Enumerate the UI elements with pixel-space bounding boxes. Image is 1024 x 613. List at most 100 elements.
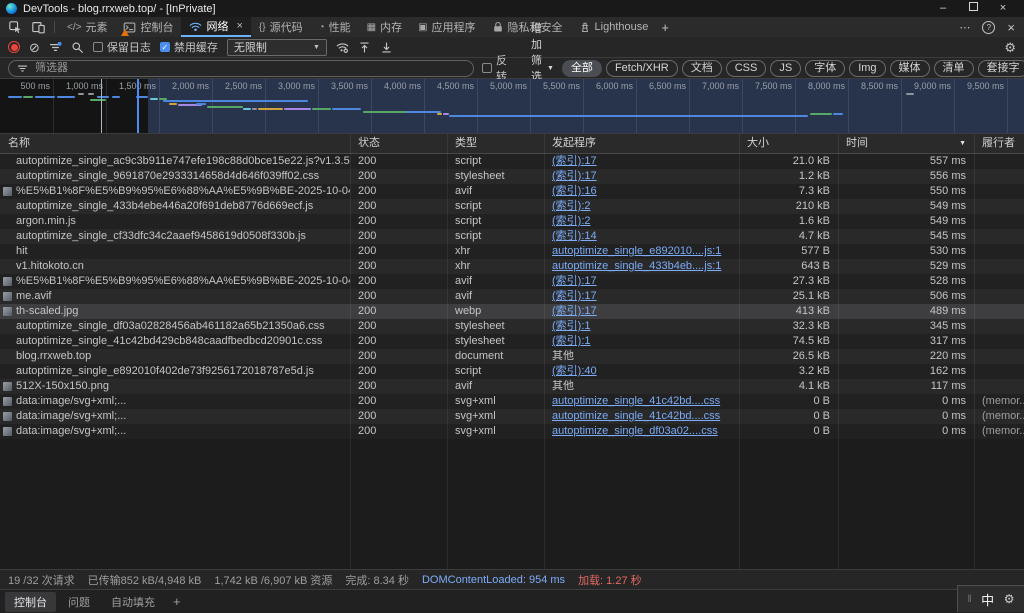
initiator-cell: autoptimize_single_41c42bd....css (544, 409, 739, 424)
filter-chip-文档[interactable]: 文档 (682, 60, 722, 77)
close-tab-icon[interactable]: × (236, 20, 242, 32)
table-row[interactable]: hit200xhrautoptimize_single_e892010....j… (0, 244, 1024, 259)
new-tab-button[interactable]: + (656, 17, 674, 37)
table-row[interactable]: %E5%B1%8F%E5%B9%95%E6%88%AA%E5%9B%BE-202… (0, 274, 1024, 289)
more-options-button[interactable]: ⋯ (954, 21, 975, 34)
initiator-link[interactable]: (索引):17 (552, 155, 597, 167)
initiator-link[interactable]: (索引):2 (552, 200, 591, 212)
size-cell: 0 B (739, 409, 838, 424)
initiator-link[interactable]: autoptimize_single_df03a02....css (552, 425, 718, 437)
timeline-gridline (477, 79, 478, 133)
initiator-link[interactable]: (索引):1 (552, 320, 591, 332)
window-controls: – × (928, 0, 1018, 17)
filter-chip-Fetch/XHR[interactable]: Fetch/XHR (606, 60, 678, 77)
tab-Lighthouse[interactable]: Lighthouse (571, 17, 657, 37)
drawer-tab-控制台[interactable]: 控制台 (5, 592, 56, 612)
filter-chip-Img[interactable]: Img (849, 60, 885, 77)
device-icon (32, 21, 45, 34)
tab-性能[interactable]: ◔性能 (311, 17, 359, 37)
search-button[interactable] (71, 41, 84, 54)
initiator-link[interactable]: (索引):17 (552, 170, 597, 182)
table-row[interactable]: autoptimize_single_41c42bd429cb848caadfb… (0, 334, 1024, 349)
device-toolbar-button[interactable] (27, 17, 50, 37)
table-row[interactable]: 512X-150x150.png200avif其他4.1 kB117 ms (0, 379, 1024, 394)
export-har-button[interactable] (380, 41, 393, 54)
filter-chip-套接字[interactable]: 套接字 (978, 60, 1024, 77)
drawer-tab-问题[interactable]: 问题 (59, 592, 99, 612)
table-row[interactable]: autoptimize_single_9691870e2933314658d4d… (0, 169, 1024, 184)
table-row[interactable]: data:image/svg+xml;...200svg+xmlautoptim… (0, 424, 1024, 439)
tab-隐私和安全[interactable]: 隐私和安全 (484, 17, 571, 37)
clear-button[interactable]: ⊘ (29, 41, 40, 54)
ime-language-button[interactable]: 中 (981, 590, 994, 609)
settings-gear-button[interactable]: ⚙ (1004, 41, 1016, 54)
type-cell: stylesheet (447, 334, 544, 349)
column-header-5[interactable]: 大小 (739, 134, 838, 153)
table-row[interactable]: autoptimize_single_ac9c3b911e747efe198c8… (0, 154, 1024, 169)
throttling-select[interactable]: 无限制 ▼ (227, 39, 327, 56)
table-row[interactable]: autoptimize_single_e892010f402de73f92561… (0, 364, 1024, 379)
tab-元素[interactable]: </>元素 (59, 17, 115, 37)
table-row[interactable]: %E5%B1%8F%E5%B9%95%E6%88%AA%E5%9B%BE-202… (0, 184, 1024, 199)
tab-源代码[interactable]: {}源代码 (251, 17, 311, 37)
table-row[interactable]: data:image/svg+xml;...200svg+xmlautoptim… (0, 394, 1024, 409)
column-header-4[interactable]: 发起程序 (544, 134, 739, 153)
table-row[interactable]: autoptimize_single_433b4ebe446a20f691deb… (0, 199, 1024, 214)
initiator-link[interactable]: autoptimize_single_433b4eb....js:1 (552, 260, 721, 272)
filter-input[interactable] (33, 61, 465, 75)
help-button[interactable]: ? (977, 21, 1000, 34)
table-row[interactable]: data:image/svg+xml;...200svg+xmlautoptim… (0, 409, 1024, 424)
table-row[interactable]: autoptimize_single_cf33dfc34c2aaef945861… (0, 229, 1024, 244)
initiator-link[interactable]: (索引):16 (552, 185, 597, 197)
maximize-button[interactable] (958, 0, 988, 17)
network-conditions-button[interactable] (336, 41, 349, 54)
preserve-log-checkbox[interactable]: 保留日志 (93, 39, 151, 55)
initiator-link[interactable]: (索引):2 (552, 215, 591, 227)
initiator-link[interactable]: autoptimize_single_41c42bd....css (552, 395, 720, 407)
table-row[interactable]: blog.rrxweb.top200document其他26.5 kB220 m… (0, 349, 1024, 364)
request-name-cell: autoptimize_single_cf33dfc34c2aaef945861… (0, 229, 350, 244)
initiator-link[interactable]: autoptimize_single_e892010....js:1 (552, 245, 721, 257)
network-overview-timeline[interactable]: 500 ms1,000 ms1,500 ms2,000 ms2,500 ms3,… (0, 79, 1024, 134)
table-row[interactable]: th-scaled.jpg200webp(索引):17413 kB489 ms (0, 304, 1024, 319)
filter-chip-字体[interactable]: 字体 (805, 60, 845, 77)
table-row[interactable]: autoptimize_single_df03a02828456ab461182… (0, 319, 1024, 334)
column-header-2[interactable]: 状态 (350, 134, 447, 153)
tab-控制台[interactable]: 控制台 (115, 17, 181, 37)
initiator-link[interactable]: (索引):40 (552, 365, 597, 377)
filter-chip-全部[interactable]: 全部 (562, 60, 602, 77)
tab-应用程序[interactable]: ▣应用程序 (410, 17, 483, 37)
summary-segment: DOMContentLoaded: 954 ms (422, 574, 565, 586)
tab-网络[interactable]: 网络× (181, 17, 250, 37)
initiator-link[interactable]: autoptimize_single_41c42bd....css (552, 410, 720, 422)
drawer-new-tab-button[interactable]: + (167, 594, 187, 609)
table-row[interactable]: me.avif200avif(索引):1725.1 kB506 ms (0, 289, 1024, 304)
filter-chip-清单[interactable]: 清单 (934, 60, 974, 77)
initiator-link[interactable]: (索引):17 (552, 305, 597, 317)
tab-内存[interactable]: ▦内存 (359, 17, 410, 37)
initiator-link[interactable]: (索引):14 (552, 230, 597, 242)
filter-chip-JS[interactable]: JS (770, 60, 801, 77)
disable-cache-checkbox[interactable]: ✓ 禁用缓存 (160, 39, 218, 55)
initiator-link[interactable]: (索引):1 (552, 335, 591, 347)
column-header-3[interactable]: 类型 (447, 134, 544, 153)
close-devtools-button[interactable]: × (1002, 20, 1020, 35)
drawer-tab-自动填充[interactable]: 自动填充 (102, 592, 164, 612)
filter-chip-CSS[interactable]: CSS (726, 60, 767, 77)
minimize-button[interactable]: – (928, 0, 958, 17)
ime-settings-button[interactable]: ⚙ (1004, 592, 1015, 606)
filter-chip-媒体[interactable]: 媒体 (890, 60, 930, 77)
import-har-button[interactable] (358, 41, 371, 54)
record-button[interactable] (8, 41, 20, 53)
inspect-element-button[interactable] (4, 17, 27, 37)
table-row[interactable]: argon.min.js200script(索引):21.6 kB549 ms (0, 214, 1024, 229)
column-header-1[interactable]: 名称 (0, 134, 350, 153)
column-header-7[interactable]: 履行者 (974, 134, 1024, 153)
table-row[interactable]: v1.hitokoto.cn200xhrautoptimize_single_4… (0, 259, 1024, 274)
column-header-6[interactable]: 时间▼ (838, 134, 974, 153)
initiator-link[interactable]: (索引):17 (552, 275, 597, 287)
time-cell: 556 ms (838, 169, 974, 184)
filter-toggle-button[interactable] (49, 41, 62, 54)
initiator-link[interactable]: (索引):17 (552, 290, 597, 302)
close-window-button[interactable]: × (988, 0, 1018, 17)
